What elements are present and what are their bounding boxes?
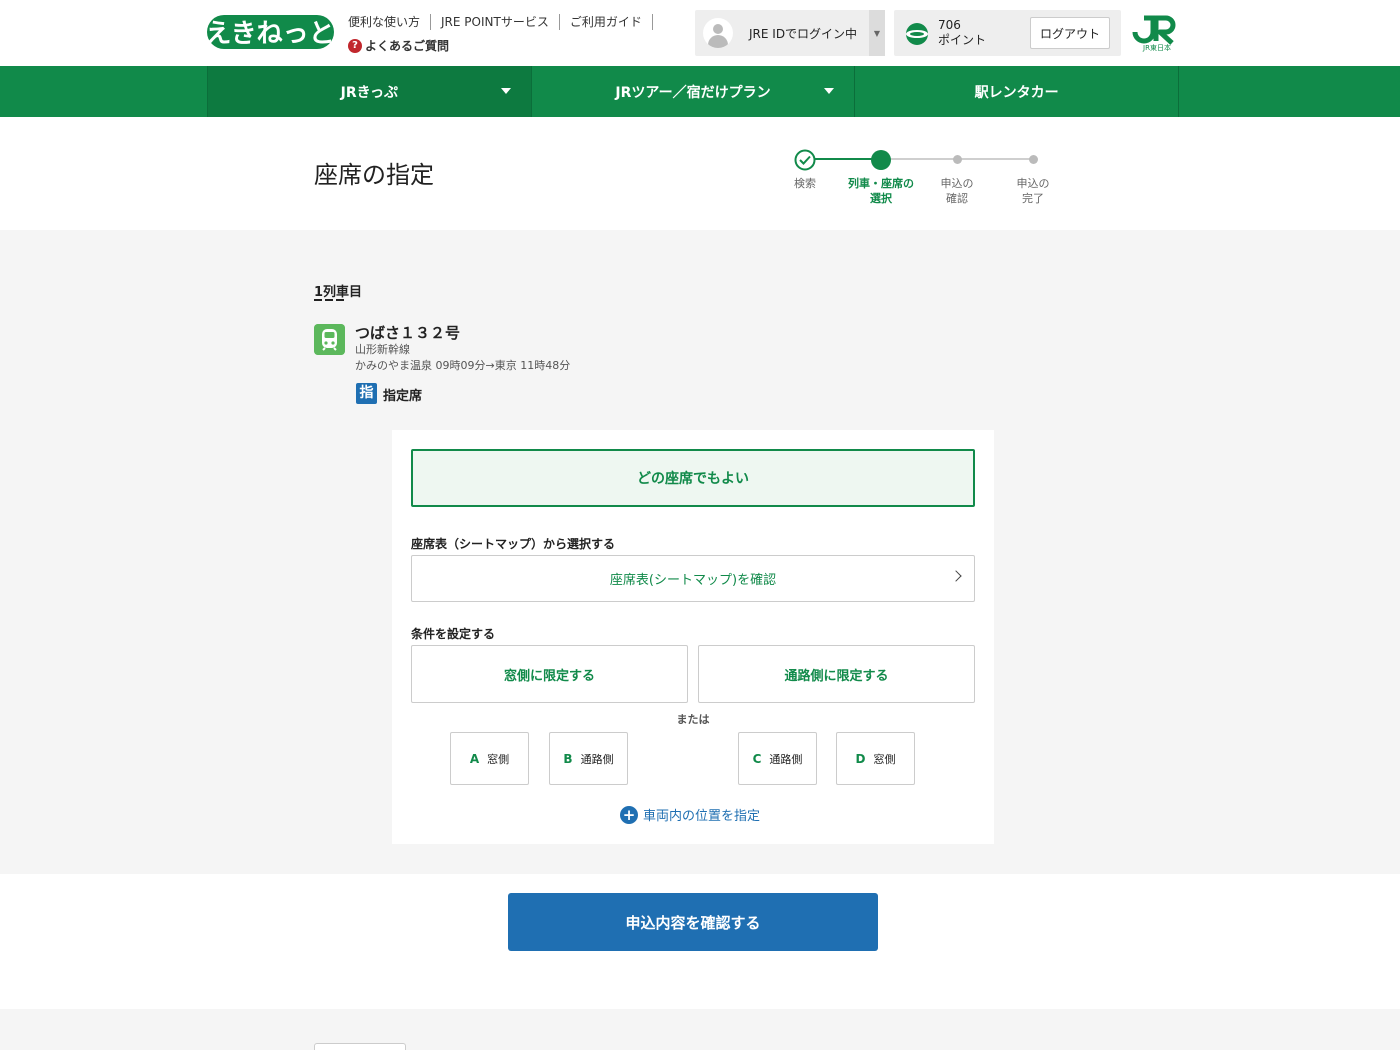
step-label-select: 列車・座席の 選択 [848,177,914,205]
nav-jr-tickets-label: JRきっぷ [340,84,399,101]
header: えきねっと 便利な使い方 JRE POINTサービス ご利用ガイド ? よくある… [0,0,1400,66]
login-status-menu[interactable]: JRE IDでログイン中 ▼ [695,10,885,56]
section-underline [314,299,344,301]
or-label: または [676,713,710,726]
seat-label: 通路側 [769,752,803,766]
train-route-time: かみのやま温泉 09時09分→東京 11時48分 [355,359,571,372]
page-title: 座席の指定 [314,161,434,189]
confirm-application-button[interactable]: 申込内容を確認する [508,893,878,951]
points-panel: 706 ポイント ログアウト [894,10,1121,56]
seatmap-heading: 座席表（シートマップ）から選択する [411,537,616,551]
reserved-seat-icon: 指 [356,383,377,404]
jr-logo-caption: JR東日本 [1142,43,1171,52]
seat-type-label: 指定席 [383,389,423,404]
car-position-label: 車両内の位置を指定 [643,809,761,824]
window-only-button[interactable]: 窓側に限定する [411,645,688,703]
points-value: 706 [938,18,961,32]
step-connector [805,158,881,160]
train-line: 山形新幹線 [355,343,410,356]
faq-label: よくあるご質問 [365,39,450,53]
aisle-only-button[interactable]: 通路側に限定する [698,645,975,703]
train-name: つばさ１３２号 [355,324,461,342]
seat-letter: C [752,751,762,766]
seat-a-button[interactable]: A 窓側 [450,732,529,785]
step-dot [1029,155,1038,164]
caret-down-icon [824,88,835,94]
link-how-to-use[interactable]: 便利な使い方 [348,14,432,30]
link-user-guide[interactable]: ご利用ガイド [560,14,653,30]
seat-letter: B [563,751,573,766]
train-section-label: 1列車目 [314,285,363,300]
nav-jr-tours[interactable]: JRツアー／宿だけプラン [532,66,856,117]
any-seat-button[interactable]: どの座席でもよい [411,449,975,507]
points-unit: ポイント [938,33,987,47]
check-circle-icon [794,149,816,171]
nav-jr-tickets[interactable]: JRきっぷ [208,66,532,117]
seat-b-button[interactable]: B 通路側 [549,732,628,785]
global-nav: JRきっぷ JRツアー／宿だけプラン 駅レンタカー [0,66,1400,117]
seat-label: 通路側 [580,752,614,766]
confirm-band: 申込内容を確認する [0,874,1400,1009]
top-links: 便利な使い方 JRE POINTサービス ご利用ガイド [348,14,653,30]
logo-text: えきねっと [206,19,335,49]
step-label-confirm: 申込の 確認 [940,177,974,205]
step-label-complete: 申込の 完了 [1016,177,1050,205]
logout-button[interactable]: ログアウト [1030,17,1110,49]
seat-letter: D [855,751,866,766]
ekinet-logo[interactable]: えきねっと [206,12,336,52]
step-label-search: 検索 [794,177,816,190]
seatmap-button[interactable]: 座席表(シートマップ)を確認 [411,555,975,602]
progress-stepper: 検索 列車・座席の 選択 申込の 確認 申込の 完了 [780,147,1080,217]
points-text: 706 ポイント [938,18,986,48]
title-band: 座席の指定 検索 列車・座席の 選択 申込の 確認 申込の 完了 [0,117,1400,230]
plus-circle-icon: + [620,805,638,824]
login-status-text: JRE IDでログイン中 [749,26,858,41]
step-current-dot [871,150,891,170]
nav-rent-a-car-label: 駅レンタカー [974,84,1059,101]
jr-east-logo[interactable]: JR東日本 [1132,14,1182,52]
seat-label: 窓側 [873,752,896,766]
footer-tab[interactable] [314,1043,406,1050]
seat-d-button[interactable]: D 窓側 [836,732,915,785]
seat-c-button[interactable]: C 通路側 [738,732,817,785]
faq-link[interactable]: ? よくあるご質問 [348,37,449,54]
question-icon: ? [348,38,362,53]
chevron-right-icon [950,570,962,582]
nav-jr-tours-label: JRツアー／宿だけプラン [615,84,771,101]
caret-down-icon[interactable]: ▼ [869,10,885,56]
nav-rent-a-car[interactable]: 駅レンタカー [855,66,1180,117]
jre-point-icon [906,23,928,45]
link-jre-point[interactable]: JRE POINTサービス [431,14,560,30]
seatmap-button-label: 座席表(シートマップ)を確認 [609,573,777,588]
car-position-link[interactable]: + 車両内の位置を指定 [620,805,760,824]
seat-letter: A [469,751,480,766]
step-dot [953,155,962,164]
conditions-heading: 条件を設定する [411,627,496,641]
user-avatar-icon [703,18,733,48]
caret-down-icon [500,88,511,94]
train-icon [314,324,345,355]
seat-selection-card: どの座席でもよい 座席表（シートマップ）から選択する 座席表(シートマップ)を確… [392,430,994,844]
seat-label: 窓側 [487,752,510,766]
